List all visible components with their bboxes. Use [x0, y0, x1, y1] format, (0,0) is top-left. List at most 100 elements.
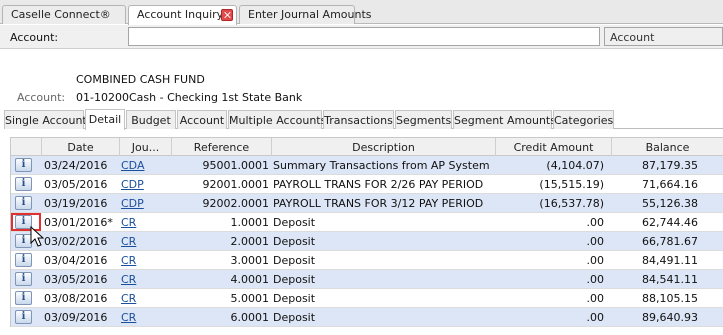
- table-row[interactable]: i 03/04/2016 CR 3.0001 Deposit .00 84,49…: [11, 251, 723, 270]
- row-info-cell: i: [11, 270, 41, 288]
- info-icon[interactable]: i: [15, 253, 32, 267]
- balance-cell: 71,664.16: [642, 178, 698, 191]
- reference-cell: 92002.0001: [202, 197, 269, 210]
- account-input[interactable]: [128, 27, 600, 46]
- journal-cell: CR: [120, 232, 172, 250]
- journal-link[interactable]: CR: [121, 235, 136, 248]
- date-cell: 03/01/2016*: [44, 216, 113, 229]
- sub-tab-strip: Single Account Detail Budget Account Mul…: [4, 109, 723, 130]
- credit-amount-cell: .00: [586, 311, 605, 324]
- table-row[interactable]: i 03/24/2016 CDA 95001.0001 Summary Tran…: [11, 156, 723, 175]
- table-row[interactable]: i 03/05/2016 CR 4.0001 Deposit .00 84,54…: [11, 270, 723, 289]
- journal-cell: CR: [120, 289, 172, 307]
- app-tab-strip: Caselle Connect® Account Inquiry Enter J…: [0, 0, 723, 25]
- table-row-selected[interactable]: i 03/01/2016* CR 1.0001 Deposit .00 62,7…: [11, 213, 723, 232]
- description-cell: Deposit: [273, 311, 316, 324]
- date-cell: 03/04/2016: [44, 254, 108, 267]
- app-tab-caselle-connect[interactable]: Caselle Connect®: [2, 5, 126, 24]
- journal-cell: CR: [120, 213, 172, 231]
- column-header-balance[interactable]: Balance: [612, 138, 723, 156]
- balance-cell: 84,541.11: [642, 273, 698, 286]
- info-icon[interactable]: i: [15, 196, 32, 210]
- journal-link[interactable]: CDP: [121, 197, 144, 210]
- tab-label: Single Account: [5, 114, 87, 127]
- info-icon[interactable]: i: [15, 177, 32, 191]
- reference-cell: 92001.0001: [202, 178, 269, 191]
- column-header-reference[interactable]: Reference: [172, 138, 272, 156]
- date-cell: 03/05/2016: [44, 178, 108, 191]
- table-row[interactable]: i 03/19/2016 CDP 92002.0001 PAYROLL TRAN…: [11, 194, 723, 213]
- info-icon[interactable]: i: [15, 291, 32, 305]
- account-name: Cash - Checking 1st State Bank: [129, 91, 303, 104]
- reference-cell: 95001.0001: [202, 159, 269, 172]
- tab-label: Segments: [396, 114, 452, 127]
- info-icon[interactable]: i: [15, 158, 32, 172]
- tab-segment-amounts[interactable]: Segment Amounts: [453, 110, 556, 129]
- table-row[interactable]: i 03/08/2016 CR 5.0001 Deposit .00 88,10…: [11, 289, 723, 308]
- detail-grid: Date Jou... Reference Description Credit…: [10, 137, 723, 327]
- column-header-journal[interactable]: Jou...: [120, 138, 172, 156]
- row-info-cell: i: [11, 175, 41, 193]
- description-cell: Deposit: [273, 216, 316, 229]
- credit-amount-cell: .00: [586, 292, 605, 305]
- journal-cell: CDP: [120, 175, 172, 193]
- table-row[interactable]: i 03/05/2016 CDP 92001.0001 PAYROLL TRAN…: [11, 175, 723, 194]
- row-info-cell: i: [11, 156, 41, 174]
- account-mode-select[interactable]: Account: [604, 27, 723, 46]
- app-tab-label: Account Inquiry: [137, 8, 224, 21]
- account-field-label: Account:: [10, 31, 59, 44]
- account-info-label: Account:: [17, 91, 66, 104]
- tab-label: Transactions: [324, 114, 393, 127]
- journal-cell: CR: [120, 270, 172, 288]
- date-cell: 03/19/2016: [44, 197, 108, 210]
- tab-detail[interactable]: Detail: [85, 109, 125, 130]
- date-cell: 03/02/2016: [44, 235, 108, 248]
- tab-categories[interactable]: Categories: [553, 110, 614, 129]
- journal-link[interactable]: CDA: [121, 159, 144, 172]
- journal-cell: CDP: [120, 194, 172, 212]
- reference-cell: 6.0001: [230, 311, 270, 324]
- description-cell: Deposit: [273, 273, 316, 286]
- journal-link[interactable]: CR: [121, 254, 136, 267]
- tab-account[interactable]: Account: [177, 110, 227, 129]
- tab-multiple-accounts[interactable]: Multiple Accounts: [228, 110, 326, 129]
- journal-link[interactable]: CR: [121, 273, 136, 286]
- description-cell: Deposit: [273, 235, 316, 248]
- table-row[interactable]: i 03/02/2016 CR 2.0001 Deposit .00 66,78…: [11, 232, 723, 251]
- journal-link[interactable]: CR: [121, 292, 136, 305]
- journal-link[interactable]: CR: [121, 311, 136, 324]
- balance-cell: 66,781.67: [642, 235, 698, 248]
- column-header-info[interactable]: [11, 138, 42, 156]
- credit-amount-cell: .00: [586, 273, 605, 286]
- column-header-date[interactable]: Date: [42, 138, 120, 156]
- reference-cell: 3.0001: [230, 254, 270, 267]
- info-icon[interactable]: i: [15, 310, 32, 324]
- info-icon[interactable]: i: [15, 272, 32, 286]
- close-icon[interactable]: [221, 9, 233, 21]
- reference-cell: 1.0001: [230, 216, 270, 229]
- account-bar: Account: Account: [0, 25, 723, 49]
- reference-cell: 5.0001: [230, 292, 270, 305]
- journal-link[interactable]: CR: [121, 216, 136, 229]
- app-tab-label: Enter Journal Amounts: [248, 8, 372, 21]
- description-cell: Deposit: [273, 292, 316, 305]
- tab-budget[interactable]: Budget: [126, 110, 176, 129]
- row-info-cell: i: [11, 289, 41, 307]
- tab-segments[interactable]: Segments: [395, 110, 452, 129]
- balance-cell: 87,179.35: [642, 159, 698, 172]
- account-number: 01-10200: [76, 91, 129, 104]
- app-tab-account-inquiry[interactable]: Account Inquiry: [128, 5, 237, 25]
- tab-transactions[interactable]: Transactions: [323, 110, 394, 129]
- table-row[interactable]: i 03/09/2016 CR 6.0001 Deposit .00 89,64…: [11, 308, 723, 327]
- credit-amount-cell: (4,104.07): [546, 159, 604, 172]
- app-tab-enter-journal-amounts[interactable]: Enter Journal Amounts: [239, 5, 372, 24]
- reference-cell: 4.0001: [230, 273, 270, 286]
- balance-cell: 55,126.38: [642, 197, 698, 210]
- description-cell: PAYROLL TRANS FOR 2/26 PAY PERIOD: [273, 178, 484, 191]
- column-header-description[interactable]: Description: [272, 138, 496, 156]
- tab-label: Multiple Accounts: [229, 114, 327, 127]
- column-header-credit-amount[interactable]: Credit Amount: [496, 138, 612, 156]
- tab-single-account[interactable]: Single Account: [4, 110, 87, 129]
- balance-cell: 84,491.11: [642, 254, 698, 267]
- journal-link[interactable]: CDP: [121, 178, 144, 191]
